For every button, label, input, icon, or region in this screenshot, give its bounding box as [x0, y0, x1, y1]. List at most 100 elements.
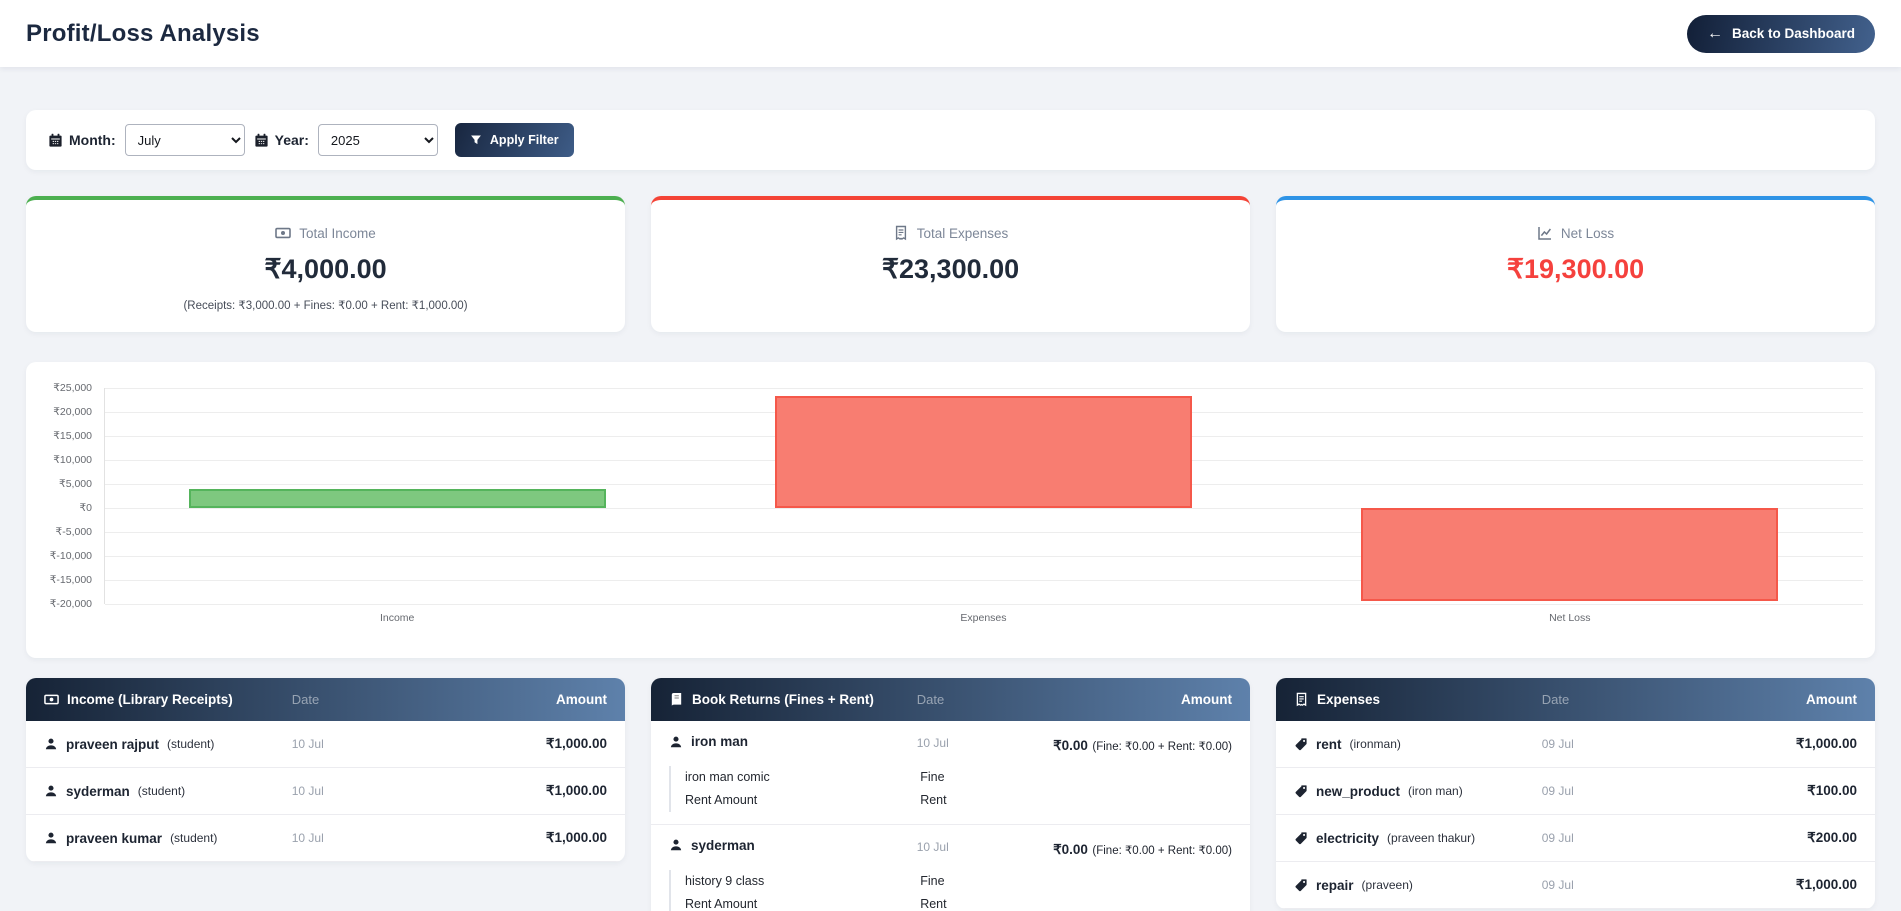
row-date: 10 Jul: [916, 839, 949, 854]
row-amount: ₹0.00 (Fine: ₹0.00 + Rent: ₹0.00): [1052, 838, 1232, 863]
chart-x-axis-labels: Income Expenses Net Loss: [104, 612, 1863, 628]
table-date-column-header: Date: [916, 692, 945, 707]
tag-icon: [1294, 878, 1308, 892]
row-name-label: praveen kumar: [66, 830, 163, 846]
row-date: 10 Jul: [916, 736, 949, 750]
tag-icon: [1294, 831, 1308, 845]
bar-income: [189, 488, 607, 508]
tag-icon: [1294, 784, 1308, 798]
back-to-dashboard-button[interactable]: ← Back to Dashboard: [1686, 14, 1875, 53]
table-row[interactable]: repair (praveen) 09 Jul ₹1,000.00: [1276, 862, 1875, 909]
sub-row-label: Rent Amount: [685, 897, 758, 911]
month-label: Month:: [69, 132, 116, 148]
summary-card-value: ₹19,300.00: [1506, 254, 1645, 284]
page-title: Profit/Loss Analysis: [26, 19, 260, 47]
sub-row-type: Rent: [920, 897, 947, 911]
sub-row: history 9 class Fine: [671, 870, 1232, 893]
profit-loss-bar-chart: Income Expenses Net Loss ₹25,000 ₹20,000 ₹15…: [26, 362, 1875, 658]
table-row[interactable]: iron man 10 Jul ₹0.00 (Fine: ₹0.00 + Rent:…: [651, 721, 1250, 825]
sub-row-type: Rent: [920, 793, 947, 808]
table-row[interactable]: praveen rajput (student) 10 Jul ₹1,000.00: [26, 721, 625, 768]
row-name-label: electricity: [1316, 830, 1380, 846]
table-title-label: Expenses: [1317, 692, 1381, 707]
row-name: rent (ironman): [1294, 737, 1542, 752]
sub-row: Rent Amount Rent: [671, 789, 1232, 812]
table-row[interactable]: praveen kumar (student) 10 Jul ₹1,000.00: [26, 815, 625, 862]
row-qualifier: (student): [167, 737, 215, 751]
row-qualifier: (ironman): [1349, 737, 1401, 751]
chart-y-tick-label: ₹5,000: [59, 478, 92, 490]
row-name-label: praveen rajput: [66, 736, 160, 752]
row-name: new_product (iron man): [1294, 784, 1542, 799]
row-name: iron man: [669, 734, 917, 749]
chart-y-tick-label: ₹25,000: [53, 382, 92, 394]
row-date: 09 Jul: [1541, 784, 1574, 798]
row-name: electricity (praveen thakur): [1294, 831, 1542, 846]
row-qualifier: (student): [137, 784, 186, 798]
table-date-column-header: Date: [291, 692, 320, 707]
summary-card-label-wrap: Total Expenses: [671, 225, 1230, 241]
chart-y-tick-label: ₹10,000: [53, 454, 92, 466]
row-date: 10 Jul: [291, 784, 324, 798]
row-amount: ₹1,000.00: [545, 736, 607, 751]
row-date: 09 Jul: [1541, 878, 1574, 892]
row-date: 10 Jul: [291, 831, 324, 845]
summary-card-net-loss: Net Loss ₹19,300.00: [1276, 196, 1875, 332]
top-bar: Profit/Loss Analysis ← Back to Dashboard: [0, 0, 1901, 67]
table-row[interactable]: syderman (student) 10 Jul ₹1,000.00: [26, 768, 625, 815]
summary-card-label-wrap: Total Income: [46, 225, 605, 241]
apply-filter-button[interactable]: Apply Filter: [454, 123, 574, 157]
row-amount-note: (Fine: ₹0.00 + Rent: ₹0.00): [1092, 741, 1232, 753]
row-date: 10 Jul: [291, 737, 324, 751]
row-name: praveen rajput (student): [44, 737, 292, 752]
receipt-icon: [893, 225, 909, 241]
money-icon: [275, 225, 292, 241]
year-select[interactable]: 2025: [317, 124, 438, 156]
row-qualifier: (iron man): [1408, 784, 1463, 798]
row-name-label: iron man: [691, 734, 749, 749]
row-amount: ₹0.00 (Fine: ₹0.00 + Rent: ₹0.00): [1052, 734, 1232, 759]
person-icon: [44, 784, 58, 798]
row-name: repair (praveen): [1294, 878, 1542, 893]
table-header-income-receipts: Income (Library Receipts) Date Amount: [26, 678, 625, 721]
table-row[interactable]: rent (ironman) 09 Jul ₹1,000.00: [1276, 721, 1875, 768]
chart-y-tick-label: ₹-15,000: [49, 574, 92, 586]
filter-bar: Month: July Year: 2025 Apply Filter: [26, 110, 1875, 170]
book-icon: [669, 692, 684, 707]
table-row[interactable]: new_product (iron man) 09 Jul ₹100.00: [1276, 768, 1875, 815]
tag-icon: [1294, 737, 1308, 751]
row-qualifier: (student): [170, 831, 218, 845]
row-name: syderman (student): [44, 784, 292, 799]
summary-card-label-wrap: Net Loss: [1296, 225, 1855, 241]
summary-card-value: ₹23,300.00: [881, 254, 1020, 284]
bar-net-loss: [1361, 508, 1778, 601]
table-row[interactable]: syderman 10 Jul ₹0.00 (Fine: ₹0.00 + Rent:…: [651, 825, 1250, 911]
summary-card-label: Total Income: [299, 225, 376, 241]
row-name-label: rent: [1316, 736, 1342, 752]
receipt-icon: [1294, 692, 1309, 707]
month-select[interactable]: July: [124, 124, 245, 156]
sub-row-label: iron man comic: [685, 770, 770, 785]
row-amount: ₹1,000.00: [1795, 877, 1857, 892]
table-title: Income (Library Receipts): [44, 692, 292, 707]
chart-plot-area: [104, 388, 1863, 605]
calendar-icon: [48, 133, 63, 148]
chart-x-tick-label: Net Loss: [1549, 612, 1591, 624]
chart-y-tick-label: ₹0: [79, 502, 92, 514]
apply-filter-label: Apply Filter: [489, 133, 559, 147]
summary-card-label: Net Loss: [1560, 225, 1615, 241]
chart-y-tick-label: ₹20,000: [53, 406, 92, 418]
table-row[interactable]: electricity (praveen thakur) 09 Jul ₹200.00: [1276, 815, 1875, 862]
row-sub-items: iron man comic Fine Rent Amount Rent: [669, 765, 1232, 812]
table-book-returns: Book Returns (Fines + Rent) Date Amount iro…: [651, 678, 1250, 911]
table-expenses: Expenses Date Amount rent (ironman) 09 Jul ₹1,…: [1276, 678, 1875, 909]
chart-y-tick-label: ₹15,000: [53, 430, 92, 442]
arrow-left-icon: ←: [1706, 24, 1723, 42]
table-date-column-header: Date: [1541, 692, 1570, 707]
year-label: Year:: [274, 132, 309, 148]
chart-x-tick-label: Income: [379, 612, 415, 624]
summary-card-value: ₹4,000.00: [264, 254, 387, 284]
row-qualifier: (praveen): [1361, 878, 1413, 892]
row-amount: ₹1,000.00: [545, 783, 607, 798]
bar-expenses: [775, 396, 1193, 508]
